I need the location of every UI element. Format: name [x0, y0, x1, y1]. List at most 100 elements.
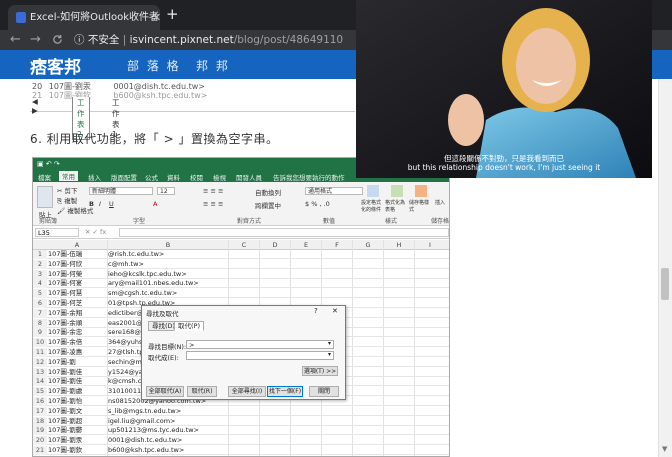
formula-buttons-icon[interactable]: ✕ ✓ fx [85, 228, 106, 236]
help-icon[interactable]: ? [314, 307, 318, 315]
bold-icon[interactable]: B [89, 200, 94, 208]
cell-a[interactable]: 107圖-余倍 [48, 338, 106, 347]
cell-b[interactable]: @rish.tc.edu.tw> [108, 250, 228, 259]
column-header[interactable]: C [229, 241, 259, 249]
row-number[interactable]: 13 [33, 367, 47, 377]
name-box[interactable]: L35 [35, 228, 79, 237]
row-number[interactable]: 1 [33, 250, 47, 259]
cell-a[interactable]: 107圖-劉汞 [48, 436, 106, 445]
reload-button[interactable] [52, 32, 63, 49]
cell-a[interactable]: 107圖-劉佳 [48, 377, 106, 386]
cell-b[interactable]: s_lib@mgs.tn.edu.tw> [108, 407, 228, 416]
options-button[interactable]: 選項(T) >> [302, 366, 338, 376]
row-number[interactable]: 10 [33, 338, 47, 348]
row-number[interactable]: 3 [33, 269, 47, 279]
tab-data[interactable]: 資料 [167, 172, 180, 182]
tab-review[interactable]: 校閱 [190, 172, 203, 182]
scrollbar-thumb[interactable] [661, 268, 669, 300]
row-number[interactable]: 17 [33, 406, 47, 416]
dialog-close-icon[interactable]: ✕ [332, 307, 338, 315]
cell-a[interactable]: 107圖-凌惠 [48, 348, 106, 357]
column-header[interactable]: A [48, 241, 106, 249]
row-number[interactable]: 20 [33, 436, 47, 446]
tab-file[interactable]: 檔案 [38, 172, 51, 182]
cell-a[interactable]: 107圖-劉文 [48, 407, 106, 416]
cell-b[interactable]: c@mh.tw> [108, 260, 228, 269]
cell-a[interactable]: 107圖-伍瑞 [48, 250, 106, 259]
cell-a[interactable]: 107圖-何欣 [48, 260, 106, 269]
row-number[interactable]: 8 [33, 318, 47, 328]
save-icon[interactable]: ▣ ↶ ↷ [37, 160, 60, 168]
cell-a[interactable]: 107圖-何宴 [48, 279, 106, 288]
cell-a[interactable]: 107圖-劉鬱 [48, 426, 106, 435]
find-dropdown-icon[interactable]: ▾ [328, 340, 331, 347]
row-number[interactable]: 5 [33, 289, 47, 299]
cell-a[interactable]: 107圖-劉佳 [48, 368, 106, 377]
row-number[interactable]: 7 [33, 308, 47, 318]
cell-a[interactable]: 107圖-何榮 [48, 270, 106, 279]
row-number[interactable]: 18 [33, 416, 47, 426]
close-button[interactable]: 關閉 [309, 386, 339, 397]
font-name-select[interactable]: 新細明體 [89, 187, 153, 195]
align-icons[interactable]: ≡ ≡ ≡ [203, 187, 223, 195]
cell-a[interactable]: 107圖-余忠 [48, 328, 106, 337]
new-tab-button[interactable]: + [166, 5, 179, 23]
cell-styles-icon[interactable] [415, 185, 427, 197]
cell-a[interactable]: 107圖-余翔 [48, 309, 106, 318]
row-number[interactable]: 4 [33, 279, 47, 289]
cell-a[interactable]: 107圖-劉怡 [48, 397, 106, 406]
row-number[interactable]: 9 [33, 328, 47, 338]
forward-button[interactable]: → [30, 32, 41, 47]
wrap-text-button[interactable]: 自動換列 [255, 187, 281, 197]
format-table-button[interactable]: 格式化為表格 [385, 199, 407, 213]
row-number[interactable]: 12 [33, 357, 47, 367]
find-all-button[interactable]: 全部尋找(I) [228, 386, 266, 397]
format-table-icon[interactable] [391, 185, 403, 197]
align-row2-icons[interactable]: ≡ ≡ ≡ [203, 200, 223, 208]
format-painter-button[interactable]: 🖌 複製格式 [57, 205, 93, 215]
insert-cells-button[interactable]: 插入 [435, 199, 445, 206]
font-size-select[interactable]: 12 [157, 187, 175, 195]
tab-close-icon[interactable]: ✕ [152, 5, 160, 30]
cell-b[interactable]: b600@ksh.tpc.edu.tw> [108, 446, 228, 455]
cell-b[interactable]: 0001@dish.tc.edu.tw> [108, 436, 228, 445]
cell-a[interactable]: 107圖-劉處 [48, 387, 106, 396]
nav-bangbang[interactable]: 邦 邦 [196, 57, 230, 74]
cell-a[interactable]: 107圖-劉 [48, 358, 106, 367]
underline-icon[interactable]: U [109, 200, 114, 208]
column-header[interactable]: H [384, 241, 414, 249]
tab-developer[interactable]: 開發人員 [236, 172, 262, 182]
tab-page-layout[interactable]: 版面配置 [111, 172, 137, 182]
video-overlay[interactable]: 但這段關係不對勁，只是我看到而已 but this relationship d… [356, 0, 652, 178]
merge-center-button[interactable]: 跨欄置中 [255, 200, 281, 210]
formula-input[interactable] [119, 228, 449, 237]
column-header[interactable]: E [291, 241, 321, 249]
replace-all-button[interactable]: 全部取代(A) [146, 386, 184, 397]
cell-b[interactable]: ieho@kcslk.tpc.edu.tw> [108, 270, 228, 279]
cond-format-icon[interactable] [367, 185, 379, 197]
tab-insert[interactable]: 插入 [88, 172, 101, 182]
column-header[interactable]: D [260, 241, 290, 249]
find-input[interactable]: > [186, 340, 334, 349]
number-format-icons[interactable]: $ % , .0 [305, 200, 330, 208]
nav-blog[interactable]: 部 落 格 [127, 57, 181, 74]
row-number[interactable]: 16 [33, 397, 47, 406]
cell-a[interactable]: 107圖-劉超 [48, 417, 106, 426]
row-number[interactable]: 21 [33, 446, 47, 455]
cell-b[interactable]: igel.liu@gmail.com> [108, 417, 228, 426]
cell-b[interactable]: ary@mail101.nbes.edu.tw> [108, 279, 228, 288]
cell-b[interactable]: sm@cgsh.tc.edu.tw> [108, 289, 228, 298]
tell-me-search[interactable]: 告訴我您想要執行的動作 [273, 172, 345, 182]
column-header[interactable]: I [415, 241, 445, 249]
cell-a[interactable]: 107圖-余順 [48, 319, 106, 328]
cell-a[interactable]: 107圖-劉欽 [48, 446, 106, 455]
tab-replace[interactable]: 取代(P) [174, 321, 204, 331]
column-header[interactable]: B [108, 241, 228, 249]
site-logo[interactable]: 痞客邦 [30, 53, 81, 78]
italic-icon[interactable]: I [99, 200, 101, 208]
back-button[interactable]: ← [10, 32, 21, 47]
row-number[interactable]: 6 [33, 299, 47, 308]
row-number[interactable]: 2 [33, 259, 47, 269]
cell-b[interactable]: up501213@ms.tyc.edu.tw> [108, 426, 228, 435]
browser-tab[interactable]: Excel-如何將Outlook收件者Ema ✕ [8, 5, 160, 30]
